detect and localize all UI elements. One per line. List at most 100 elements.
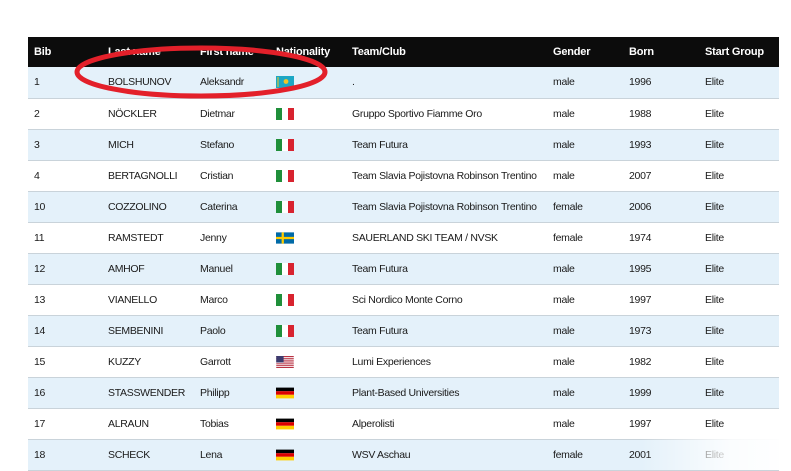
table-row[interactable]: 4 BERTAGNOLLI Cristian Team Slavia Pojistov… [28, 160, 779, 192]
cell-born-text: 1974 [629, 231, 652, 244]
cell-team-club-text: Team Slavia Pojistovna Robinson Trentino [352, 200, 537, 213]
cell-nationality [270, 67, 346, 99]
table-row[interactable]: 17 ALRAUN Tobias Alperolisti male 1997 Elite [28, 408, 779, 440]
italy-flag-icon [276, 200, 294, 213]
cell-start-group-text: Elite [705, 262, 724, 275]
cell-born-text: 1982 [629, 355, 652, 368]
cell-bib-text: 13 [34, 293, 46, 306]
cell-start-group: Elite [699, 439, 779, 471]
cell-bib: 3 [28, 129, 102, 161]
cell-bib-text: 2 [34, 107, 40, 120]
cell-gender-text: male [553, 107, 575, 120]
italy-flag-icon [276, 107, 294, 120]
cell-born-text: 1973 [629, 324, 652, 337]
cell-nationality [270, 284, 346, 316]
cell-last-name-text: VIANELLO [108, 293, 157, 306]
table-row[interactable]: 3 MICH Stefano Team Futura male 1993 Elite [28, 129, 779, 161]
cell-born: 1982 [623, 346, 699, 378]
cell-born-text: 2007 [629, 169, 652, 182]
cell-bib-text: 16 [34, 386, 46, 399]
cell-team-club: Lumi Experiences [346, 346, 547, 378]
cell-team-club-text: Team Futura [352, 138, 408, 151]
cell-bib-text: 12 [34, 262, 46, 275]
cell-bib: 18 [28, 439, 102, 471]
cell-bib: 1 [28, 67, 102, 99]
cell-gender: male [547, 67, 623, 99]
cell-born: 1997 [623, 408, 699, 440]
cell-first-name-text: Marco [200, 293, 228, 306]
cell-first-name-text: Lena [200, 448, 223, 461]
table-row[interactable]: 16 STASSWENDER Philipp Plant-Based Universi… [28, 377, 779, 409]
cell-bib: 11 [28, 222, 102, 254]
cell-team-club: WSV Aschau [346, 439, 547, 471]
cell-nationality [270, 377, 346, 409]
cell-bib: 12 [28, 253, 102, 285]
cell-start-group: Elite [699, 377, 779, 409]
cell-start-group-text: Elite [705, 76, 724, 89]
cell-born: 1997 [623, 284, 699, 316]
cell-last-name: MICH [102, 129, 194, 161]
cell-team-club: Team Slavia Pojistovna Robinson Trentino [346, 191, 547, 223]
cell-team-club-text: Gruppo Sportivo Fiamme Oro [352, 107, 482, 120]
cell-start-group: Elite [699, 222, 779, 254]
cell-bib-text: 17 [34, 417, 46, 430]
cell-last-name: AMHOF [102, 253, 194, 285]
cell-bib-text: 14 [34, 324, 46, 337]
table-row[interactable]: 15 KUZZY Garrott Lumi Experiences male 1982 El… [28, 346, 779, 378]
cell-bib: 13 [28, 284, 102, 316]
table-row[interactable]: 1 BOLSHUNOV Aleksandr. male 1996 Elite [28, 67, 779, 99]
table-row[interactable]: 14 SEMBENINI Paolo Team Futura male 1973 Elite [28, 315, 779, 347]
cell-gender-text: female [553, 448, 583, 461]
cell-first-name-text: Dietmar [200, 107, 235, 120]
cell-team-club-text: Alperolisti [352, 417, 395, 430]
cell-first-name-text: Jenny [200, 231, 227, 244]
cell-gender: male [547, 284, 623, 316]
header-nationality[interactable]: Nationality [270, 37, 346, 67]
table-row[interactable]: 13 VIANELLO Marco Sci Nordico Monte Corno ma… [28, 284, 779, 316]
cell-gender: male [547, 253, 623, 285]
cell-gender: male [547, 408, 623, 440]
header-last-name[interactable]: Last name [102, 37, 194, 67]
cell-gender-text: male [553, 324, 575, 337]
header-gender[interactable]: Gender [547, 37, 623, 67]
cell-last-name-text: MICH [108, 138, 134, 151]
cell-last-name-text: BOLSHUNOV [108, 76, 172, 89]
cell-last-name: SEMBENINI [102, 315, 194, 347]
cell-bib-text: 4 [34, 169, 40, 182]
cell-born: 1999 [623, 377, 699, 409]
cell-nationality [270, 253, 346, 285]
table-row[interactable]: 18 SCHECK Lena WSV Aschau female 2001 Elite [28, 439, 779, 471]
cell-first-name-text: Cristian [200, 169, 234, 182]
table-row[interactable]: 2 NÖCKLER Dietmar Gruppo Sportivo Fiamme Or… [28, 98, 779, 130]
header-born[interactable]: Born [623, 37, 699, 67]
cell-bib-text: 11 [34, 231, 45, 244]
cell-bib: 16 [28, 377, 102, 409]
cell-bib: 10 [28, 191, 102, 223]
germany-flag-icon [276, 418, 294, 430]
cell-nationality [270, 315, 346, 347]
cell-born: 1993 [623, 129, 699, 161]
header-first-name[interactable]: First name [194, 37, 270, 67]
table-row[interactable]: 12 AMHOF Manuel Team Futura male 1995 Elite [28, 253, 779, 285]
cell-nationality [270, 191, 346, 223]
table-row[interactable]: 10 COZZOLINO Caterina Team Slavia Pojistovn… [28, 191, 779, 223]
cell-gender-text: male [553, 138, 575, 151]
cell-gender-text: male [553, 169, 575, 182]
start-list-table: Bib Last name First name Nationality Tea… [28, 37, 779, 471]
cell-nationality [270, 439, 346, 471]
cell-last-name: ALRAUN [102, 408, 194, 440]
cell-bib-text: 3 [34, 138, 40, 151]
cell-born-text: 1999 [629, 386, 652, 399]
header-start-group[interactable]: Start Group [699, 37, 779, 67]
header-bib[interactable]: Bib [28, 37, 102, 67]
cell-start-group: Elite [699, 129, 779, 161]
cell-last-name-text: SCHECK [108, 448, 150, 461]
header-team-club[interactable]: Team/Club [346, 37, 547, 67]
cell-gender-text: female [553, 200, 583, 213]
cell-team-club: . [346, 67, 547, 99]
cell-team-club: Team Futura [346, 315, 547, 347]
cell-nationality [270, 160, 346, 192]
table-row[interactable]: 11 RAMSTEDT Jenny SAUERLAND SKI TEAM / NVSK… [28, 222, 779, 254]
cell-last-name-text: RAMSTEDT [108, 231, 164, 244]
cell-bib-text: 10 [34, 200, 46, 213]
